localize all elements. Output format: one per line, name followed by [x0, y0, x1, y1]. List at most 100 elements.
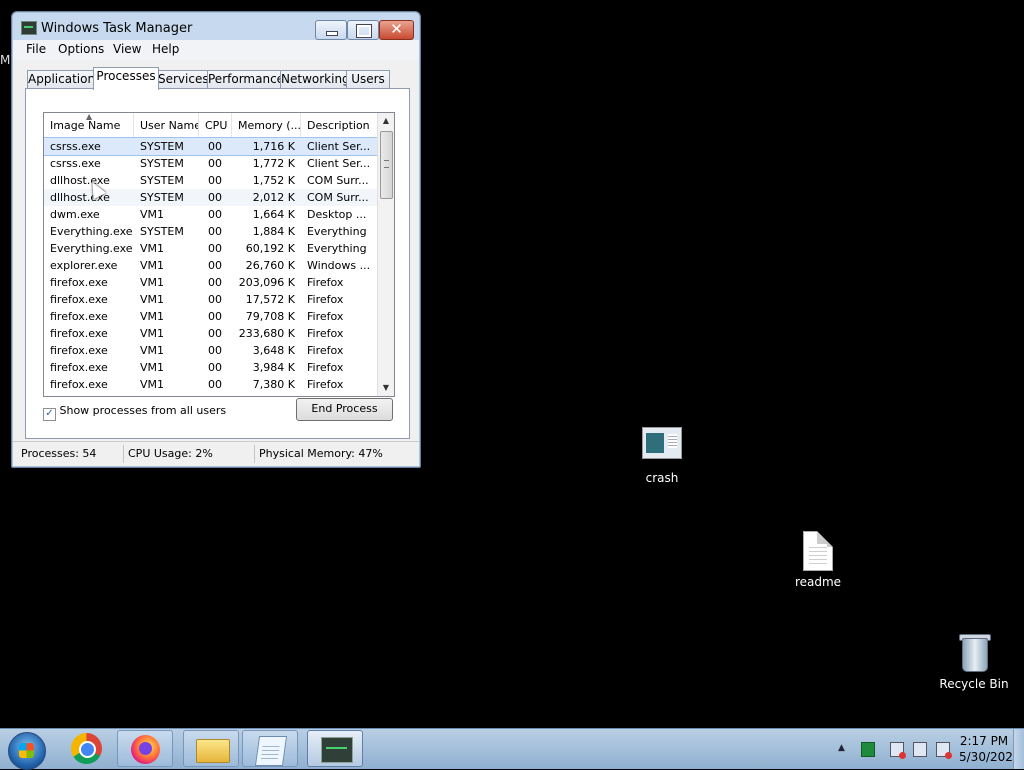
table-row[interactable]: explorer.exe VM1 00 26,760 K Windows ... — [44, 257, 378, 274]
network-icon[interactable] — [913, 742, 927, 757]
tray-app-icon[interactable] — [861, 742, 875, 757]
process-user: VM1 — [140, 208, 165, 221]
process-description: Firefox — [307, 293, 344, 306]
process-description: Windows ... — [307, 259, 371, 272]
column-cpu[interactable]: CPU — [199, 113, 232, 137]
process-description: Firefox — [307, 327, 344, 340]
desktop-edge-text: M — [0, 53, 11, 67]
window-title: Windows Task Manager — [41, 21, 193, 36]
process-cpu: 00 — [208, 259, 222, 272]
process-description: COM Surr... — [307, 174, 369, 187]
process-name: firefox.exe — [50, 293, 108, 306]
process-user: SYSTEM — [140, 140, 184, 153]
volume-muted-icon[interactable] — [936, 742, 952, 759]
table-row[interactable]: Everything.exe SYSTEM 00 1,884 K Everything — [44, 223, 378, 240]
scroll-down-icon[interactable]: ▼ — [378, 380, 394, 396]
column-image-name[interactable]: ▲ Image Name — [44, 113, 134, 137]
taskbar-firefox[interactable] — [117, 730, 173, 767]
recycle-bin-icon — [959, 632, 991, 672]
desktop-icon-label: crash — [645, 471, 679, 485]
status-cpu: CPU Usage: 2% — [128, 447, 213, 460]
table-row[interactable]: firefox.exe VM1 00 3,984 K Firefox — [44, 359, 378, 376]
taskbar-explorer[interactable] — [183, 730, 239, 767]
table-row[interactable]: firefox.exe VM1 00 203,096 K Firefox — [44, 274, 378, 291]
process-name: dwm.exe — [50, 208, 100, 221]
process-user: SYSTEM — [140, 174, 184, 187]
table-row[interactable]: Everything.exe VM1 00 60,192 K Everything — [44, 240, 378, 257]
table-row[interactable]: csrss.exe SYSTEM 00 1,772 K Client Ser... — [44, 155, 378, 172]
show-all-users-option[interactable]: ✓ Show processes from all users — [43, 404, 226, 421]
menu-help[interactable]: Help — [152, 42, 179, 56]
menu-file[interactable]: File — [26, 42, 46, 56]
column-user-name[interactable]: User Name — [134, 113, 199, 137]
process-description: Desktop ... — [307, 208, 367, 221]
table-row[interactable]: firefox.exe VM1 00 7,380 K Firefox — [44, 376, 378, 393]
title-bar[interactable]: Windows Task Manager ✕ — [12, 12, 420, 42]
process-cpu: 00 — [208, 208, 222, 221]
tab-performance[interactable]: Performance — [207, 70, 284, 89]
process-cpu: 00 — [208, 276, 222, 289]
process-description: Everything — [307, 242, 367, 255]
table-row[interactable]: firefox.exe VM1 00 79,708 K Firefox — [44, 308, 378, 325]
tab-applications[interactable]: Applications — [27, 70, 101, 89]
process-memory: 1,664 K — [252, 208, 295, 221]
firefox-icon — [131, 735, 160, 764]
process-user: VM1 — [140, 344, 165, 357]
tab-users[interactable]: Users — [346, 70, 390, 89]
table-row[interactable]: firefox.exe VM1 00 3,648 K Firefox — [44, 342, 378, 359]
process-memory: 60,192 K — [245, 242, 295, 255]
tab-networking[interactable]: Networking — [280, 70, 350, 89]
menu-view[interactable]: View — [113, 42, 141, 56]
column-description[interactable]: Description — [301, 113, 378, 137]
column-memory[interactable]: Memory (... — [232, 113, 301, 137]
process-name: firefox.exe — [50, 327, 108, 340]
show-all-users-checkbox[interactable]: ✓ — [43, 408, 56, 421]
process-name: csrss.exe — [50, 140, 101, 153]
menu-options[interactable]: Options — [58, 42, 104, 56]
table-row[interactable]: firefox.exe VM1 00 17,572 K Firefox — [44, 291, 378, 308]
taskbar-notepad[interactable] — [242, 730, 298, 767]
status-processes: Processes: 54 — [21, 447, 97, 460]
task-manager-icon — [321, 737, 353, 763]
process-name: firefox.exe — [50, 310, 108, 323]
process-memory: 2,012 K — [252, 191, 295, 204]
task-manager-window[interactable]: Windows Task Manager ✕ File Options View… — [11, 11, 421, 468]
table-row[interactable]: csrss.exe SYSTEM 00 1,716 K Client Ser... — [44, 137, 379, 156]
process-user: SYSTEM — [140, 225, 184, 238]
clock[interactable]: 2:17 PM 5/30/2023 — [959, 733, 1021, 765]
desktop-icon-crash[interactable]: crash — [632, 427, 692, 485]
minimize-button[interactable] — [315, 20, 347, 40]
action-center-icon[interactable] — [890, 742, 906, 759]
start-button[interactable] — [8, 732, 46, 770]
chrome-icon — [71, 733, 102, 764]
desktop-icon-recycle-bin[interactable]: Recycle Bin — [938, 632, 1010, 691]
taskbar-task-manager[interactable] — [307, 730, 363, 767]
vertical-scrollbar[interactable]: ▲ ▼ — [377, 113, 394, 396]
maximize-button[interactable] — [347, 20, 379, 40]
scroll-thumb[interactable] — [380, 131, 393, 199]
process-user: VM1 — [140, 259, 165, 272]
end-process-button[interactable]: End Process — [296, 398, 393, 421]
tab-processes[interactable]: Processes — [93, 67, 159, 90]
table-row[interactable]: firefox.exe VM1 00 233,680 K Firefox — [44, 325, 378, 342]
scroll-up-icon[interactable]: ▲ — [378, 113, 394, 129]
table-row[interactable]: dwm.exe VM1 00 1,664 K Desktop ... — [44, 206, 378, 223]
tab-services[interactable]: Services — [157, 70, 209, 89]
desktop-icon-readme[interactable]: readme — [788, 531, 848, 589]
process-memory: 1,772 K — [252, 157, 295, 170]
close-button[interactable]: ✕ — [379, 20, 414, 40]
process-description: COM Surr... — [307, 191, 369, 204]
show-hidden-icons-icon[interactable]: ▲ — [838, 743, 845, 753]
process-memory: 233,680 K — [238, 327, 295, 340]
notepad-icon — [254, 736, 288, 766]
show-desktop-button[interactable] — [1013, 729, 1024, 769]
process-user: VM1 — [140, 378, 165, 391]
process-list[interactable]: ▲ Image Name User Name CPU Memory (... D… — [43, 112, 395, 397]
process-memory: 3,984 K — [252, 361, 295, 374]
processes-panel: ▲ Image Name User Name CPU Memory (... D… — [25, 88, 410, 439]
status-memory: Physical Memory: 47% — [259, 447, 383, 460]
close-icon: ✕ — [390, 20, 403, 38]
process-name: firefox.exe — [50, 378, 108, 391]
taskbar-chrome[interactable] — [59, 730, 115, 767]
status-bar: Processes: 54 CPU Usage: 2% Physical Mem… — [13, 441, 419, 466]
